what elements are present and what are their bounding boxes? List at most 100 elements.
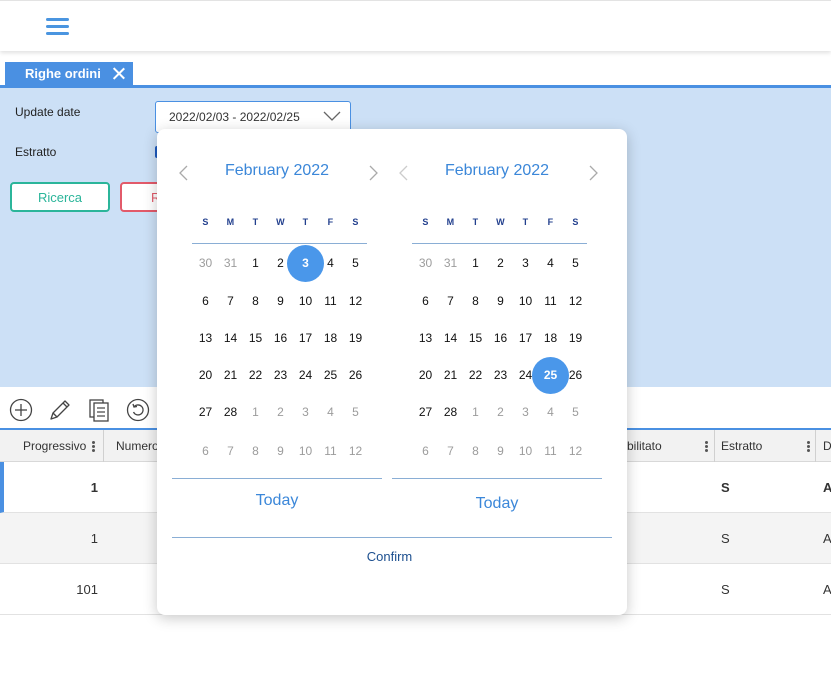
day-cell[interactable]: 13 [413,328,438,348]
day-cell[interactable]: 15 [243,328,268,348]
day-cell[interactable]: 11 [318,441,343,461]
day-cell[interactable]: 25 [318,365,343,385]
add-circle-icon[interactable] [9,398,33,422]
day-cell[interactable]: 14 [438,328,463,348]
day-cell[interactable]: 5 [343,402,368,422]
day-cell[interactable]: 27 [193,402,218,422]
column-header-progressivo[interactable]: Progressivo [23,430,86,462]
day-cell[interactable]: 13 [193,328,218,348]
day-cell[interactable]: 7 [218,291,243,311]
refresh-icon[interactable] [126,398,150,422]
day-cell[interactable]: 17 [293,328,318,348]
day-cell[interactable]: 8 [243,441,268,461]
day-cell[interactable]: 9 [488,291,513,311]
day-cell[interactable]: 5 [343,253,368,273]
selected-day-cell[interactable]: 3 [293,253,318,273]
day-cell[interactable]: 8 [463,441,488,461]
day-cell[interactable]: 12 [563,291,588,311]
day-cell[interactable]: 22 [463,365,488,385]
day-cell[interactable]: 7 [218,441,243,461]
hamburger-menu-icon[interactable] [46,18,69,35]
day-cell[interactable]: 4 [318,402,343,422]
chevron-right-icon[interactable] [588,165,600,181]
day-cell[interactable]: 7 [438,291,463,311]
day-cell[interactable]: 4 [538,402,563,422]
day-cell[interactable]: 15 [463,328,488,348]
day-cell[interactable]: 3 [293,402,318,422]
month-title[interactable]: February 2022 [422,162,572,180]
day-cell[interactable]: 1 [463,253,488,273]
day-cell[interactable]: 21 [218,365,243,385]
day-cell[interactable]: 16 [268,328,293,348]
day-cell[interactable]: 2 [488,253,513,273]
chevron-right-icon[interactable] [368,165,380,181]
today-button[interactable]: Today [452,495,542,513]
day-cell[interactable]: 30 [413,253,438,273]
chevron-left-icon[interactable] [177,165,189,181]
day-cell[interactable]: 4 [538,253,563,273]
day-cell[interactable]: 5 [563,253,588,273]
day-cell[interactable]: 12 [343,441,368,461]
day-cell[interactable]: 3 [513,402,538,422]
day-cell[interactable]: 14 [218,328,243,348]
edit-pencil-icon[interactable] [48,398,72,422]
day-cell[interactable]: 9 [268,291,293,311]
tab-righe-ordini[interactable]: Righe ordini [5,62,133,86]
day-cell[interactable]: 22 [243,365,268,385]
day-cell[interactable]: 19 [563,328,588,348]
column-menu-icon[interactable] [807,441,810,452]
day-cell[interactable]: 10 [513,441,538,461]
column-header-estratto[interactable]: Estratto [721,430,762,462]
day-cell[interactable]: 6 [413,291,438,311]
day-cell[interactable]: 1 [463,402,488,422]
day-cell[interactable]: 10 [293,291,318,311]
copy-documents-icon[interactable] [87,398,111,422]
day-cell[interactable]: 18 [318,328,343,348]
day-cell[interactable]: 1 [243,253,268,273]
day-cell[interactable]: 2 [488,402,513,422]
day-cell[interactable]: 12 [563,441,588,461]
day-cell[interactable]: 31 [218,253,243,273]
day-cell[interactable]: 3 [513,253,538,273]
day-cell[interactable]: 9 [268,441,293,461]
day-cell[interactable]: 26 [563,365,588,385]
day-cell[interactable]: 11 [538,291,563,311]
day-cell[interactable]: 17 [513,328,538,348]
day-cell[interactable]: 12 [343,291,368,311]
day-cell[interactable]: 10 [513,291,538,311]
day-cell[interactable]: 1 [243,402,268,422]
day-cell[interactable]: 19 [343,328,368,348]
day-cell[interactable]: 9 [488,441,513,461]
selected-day-cell[interactable]: 25 [538,365,563,385]
day-cell[interactable]: 10 [293,441,318,461]
day-cell[interactable]: 2 [268,402,293,422]
day-cell[interactable]: 27 [413,402,438,422]
day-cell[interactable]: 4 [318,253,343,273]
day-cell[interactable]: 11 [318,291,343,311]
day-cell[interactable]: 16 [488,328,513,348]
day-cell[interactable]: 30 [193,253,218,273]
column-header-d[interactable]: D [823,430,831,462]
confirm-button[interactable]: Confirm [352,549,427,564]
day-cell[interactable]: 5 [563,402,588,422]
day-cell[interactable]: 8 [243,291,268,311]
day-cell[interactable]: 8 [463,291,488,311]
day-cell[interactable]: 20 [193,365,218,385]
column-header-abilitato[interactable]: bilitato [627,430,662,462]
column-menu-icon[interactable] [92,441,95,452]
search-button[interactable]: Ricerca [10,182,110,212]
day-cell[interactable]: 26 [343,365,368,385]
column-header-numero[interactable]: Numero [116,430,159,462]
month-title[interactable]: February 2022 [202,162,352,180]
day-cell[interactable]: 6 [193,291,218,311]
day-cell[interactable]: 20 [413,365,438,385]
day-cell[interactable]: 7 [438,441,463,461]
day-cell[interactable]: 28 [218,402,243,422]
day-cell[interactable]: 23 [268,365,293,385]
day-cell[interactable]: 24 [293,365,318,385]
close-icon[interactable] [112,67,125,80]
day-cell[interactable]: 18 [538,328,563,348]
day-cell[interactable]: 11 [538,441,563,461]
chevron-left-icon[interactable] [397,165,409,181]
day-cell[interactable]: 21 [438,365,463,385]
